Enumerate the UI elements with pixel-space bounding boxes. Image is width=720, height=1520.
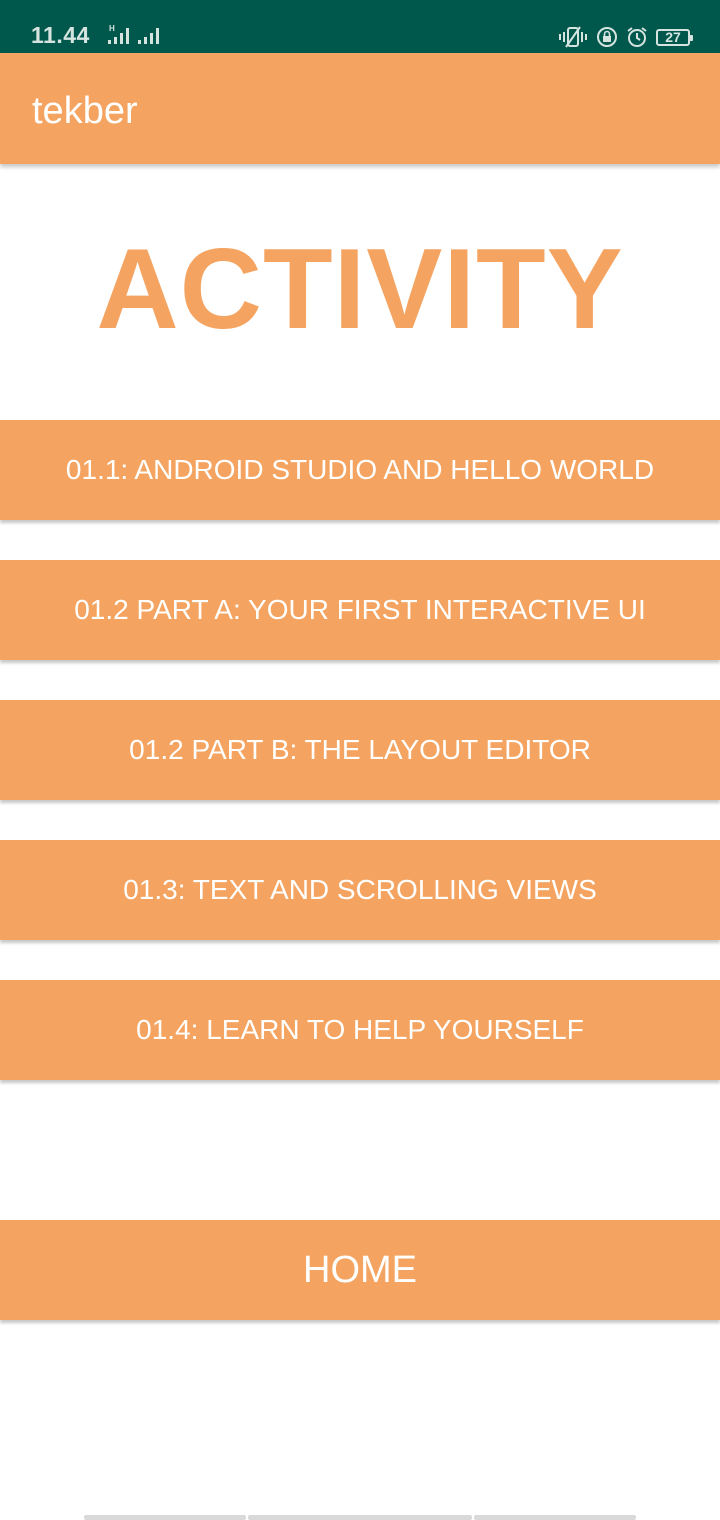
lesson-button-01-2b[interactable]: 01.2 PART B: THE LAYOUT EDITOR <box>0 700 720 800</box>
lock-rotation-icon <box>597 27 617 47</box>
lesson-button-01-1[interactable]: 01.1: ANDROID STUDIO AND HELLO WORLD <box>0 420 720 520</box>
button-label: 01.2 PART B: THE LAYOUT EDITOR <box>129 734 591 765</box>
status-icons: 27 <box>558 25 693 49</box>
home-button-label: HOME <box>303 1248 417 1291</box>
button-label: 01.3: TEXT AND SCROLLING VIEWS <box>123 874 597 905</box>
lesson-button-01-4[interactable]: 01.4: LEARN TO HELP YOURSELF <box>0 980 720 1080</box>
home-button[interactable]: HOME <box>0 1220 720 1320</box>
alarm-icon <box>627 27 647 47</box>
vibrate-icon <box>559 26 587 48</box>
page-heading: ACTIVITY <box>96 226 624 353</box>
screen: 11.44 H 27 tekber ACTIVITY 01.1: ANDROID… <box>0 0 720 1520</box>
lesson-button-01-2a[interactable]: 01.2 PART A: YOUR FIRST INTERACTIVE UI <box>0 560 720 660</box>
button-label: 01.2 PART A: YOUR FIRST INTERACTIVE UI <box>74 594 646 625</box>
button-label: 01.1: ANDROID STUDIO AND HELLO WORLD <box>65 454 655 485</box>
lesson-button-01-3[interactable]: 01.3: TEXT AND SCROLLING VIEWS <box>0 840 720 940</box>
nav-bar-segment[interactable] <box>248 1515 472 1520</box>
status-time: 11.44 <box>31 22 90 48</box>
signal-icon <box>138 28 159 44</box>
status-bar: 11.44 H 27 <box>0 0 720 53</box>
app-bar: tekber <box>0 53 720 164</box>
battery-level: 27 <box>665 29 681 45</box>
signal-icon <box>108 28 129 44</box>
battery-icon: 27 <box>656 28 693 46</box>
button-label: 01.4: LEARN TO HELP YOURSELF <box>136 1014 584 1045</box>
app-title: tekber <box>32 90 138 132</box>
nav-bar-segment[interactable] <box>474 1515 636 1520</box>
nav-bar-segment[interactable] <box>84 1515 246 1520</box>
